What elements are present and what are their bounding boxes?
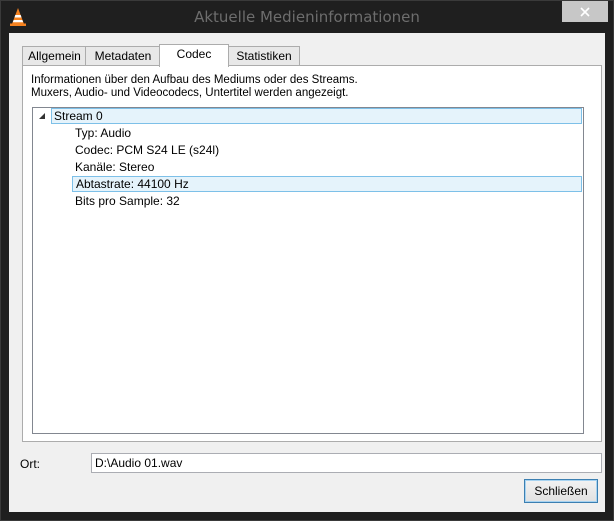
info-line-1: Informationen über den Aufbau des Medium… — [31, 74, 358, 86]
window-close-button[interactable] — [562, 1, 608, 22]
expand-arrow-icon[interactable] — [38, 112, 46, 120]
location-field[interactable]: D:\Audio 01.wav — [91, 453, 602, 473]
close-icon — [580, 6, 590, 17]
tab-statistiken[interactable]: Statistiken — [228, 46, 300, 66]
media-info-window: Aktuelle Medieninformationen Allgemein M… — [0, 0, 614, 521]
info-line-2: Muxers, Audio- und Videocodecs, Untertit… — [31, 87, 349, 99]
tab-allgemein[interactable]: Allgemein — [22, 46, 87, 66]
codec-panel: Informationen über den Aufbau des Medium… — [22, 65, 602, 442]
dialog-client-area: Allgemein Metadaten Codec Statistiken In… — [9, 33, 605, 512]
tree-item-type[interactable]: Typ: Audio — [75, 125, 275, 141]
codec-description: Informationen über den Aufbau des Medium… — [31, 74, 358, 100]
tab-codec[interactable]: Codec — [159, 44, 229, 67]
close-button[interactable]: Schließen — [524, 479, 598, 503]
stream-tree[interactable]: Stream 0 Typ: Audio Codec: PCM S24 LE (s… — [32, 107, 584, 434]
window-title: Aktuelle Medieninformationen — [194, 8, 420, 26]
tree-node-stream[interactable]: Stream 0 — [51, 108, 582, 124]
location-label: Ort: — [20, 457, 40, 471]
tree-item-codec[interactable]: Codec: PCM S24 LE (s24l) — [75, 142, 315, 158]
title-bar[interactable]: Aktuelle Medieninformationen — [1, 1, 613, 33]
tree-item-samplerate[interactable]: Abtastrate: 44100 Hz — [72, 176, 582, 192]
tree-item-channels[interactable]: Kanäle: Stereo — [75, 159, 275, 175]
tree-item-bits[interactable]: Bits pro Sample: 32 — [75, 193, 275, 209]
tab-metadaten[interactable]: Metadaten — [85, 46, 161, 66]
